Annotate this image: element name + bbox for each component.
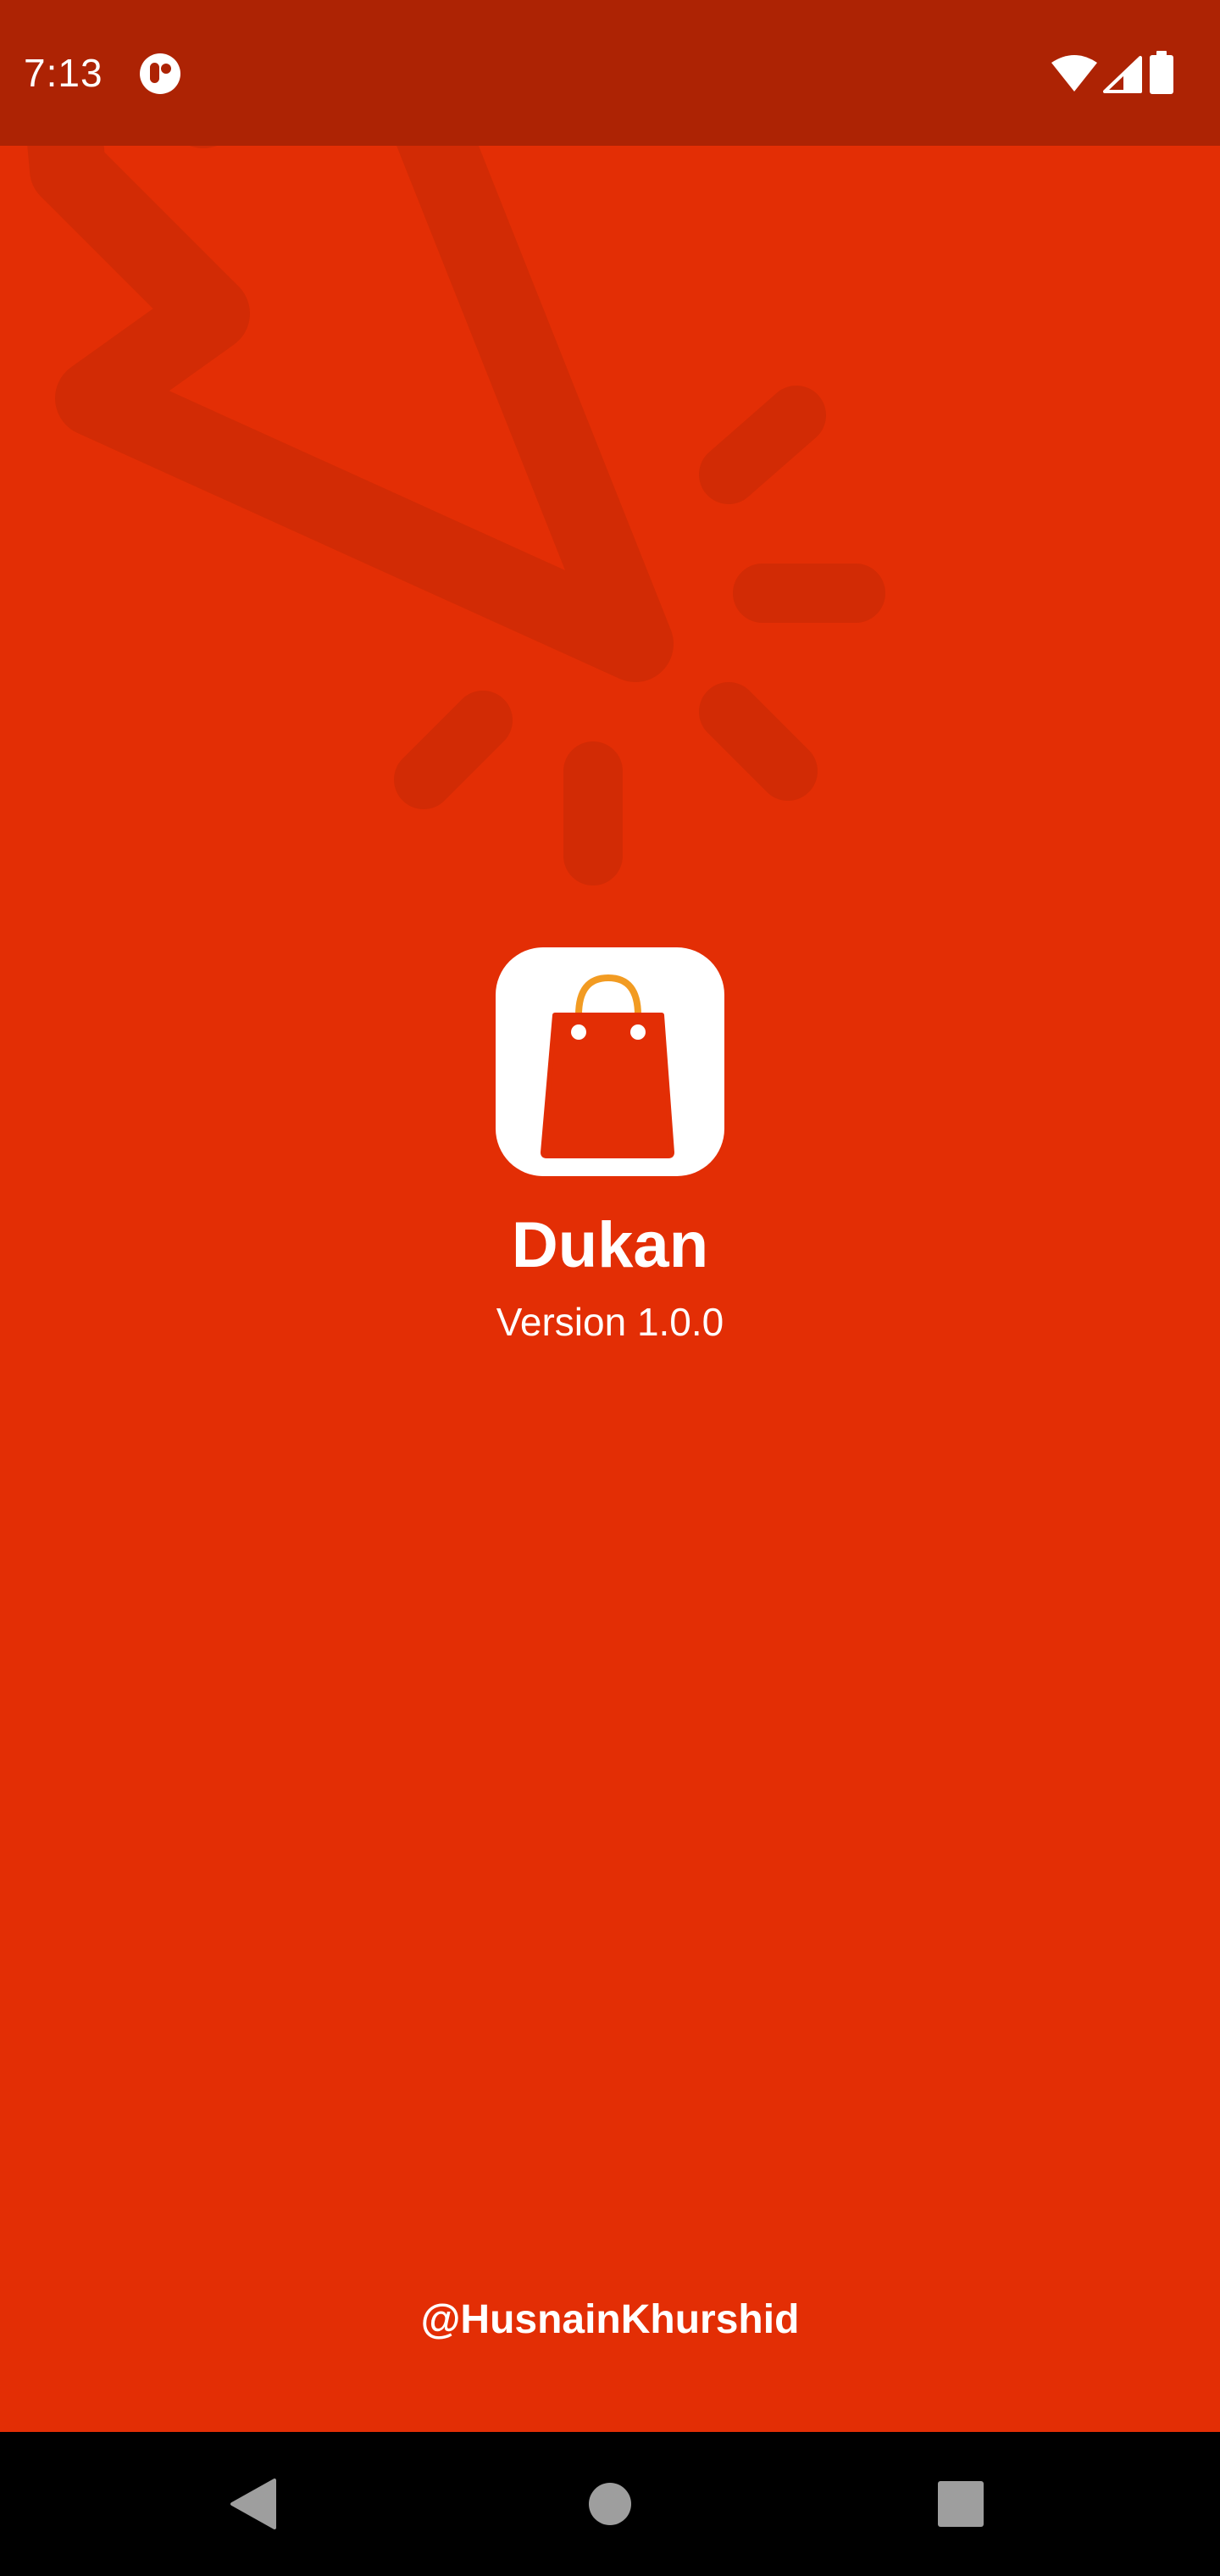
recents-button[interactable] xyxy=(893,2432,1029,2576)
app-name: Dukan xyxy=(511,1209,709,1281)
home-button[interactable] xyxy=(542,2432,678,2576)
home-icon xyxy=(589,2483,631,2525)
navigation-bar xyxy=(0,2432,1220,2576)
status-bar: 7:13 xyxy=(0,0,1220,146)
back-icon xyxy=(230,2479,276,2529)
app-logo xyxy=(496,947,724,1176)
status-time: 7:13 xyxy=(24,51,103,95)
recents-icon xyxy=(938,2481,984,2527)
back-button[interactable] xyxy=(186,2432,322,2576)
shopping-bag-icon xyxy=(541,974,674,1158)
app-version: Version 1.0.0 xyxy=(496,1300,724,1344)
splash-screen: 7:13 Dukan Version 1.0.0 @HusnainKhurshi… xyxy=(0,0,1220,2576)
author-credit: @HusnainKhurshid xyxy=(420,2297,800,2342)
app-notification-icon xyxy=(139,53,181,95)
